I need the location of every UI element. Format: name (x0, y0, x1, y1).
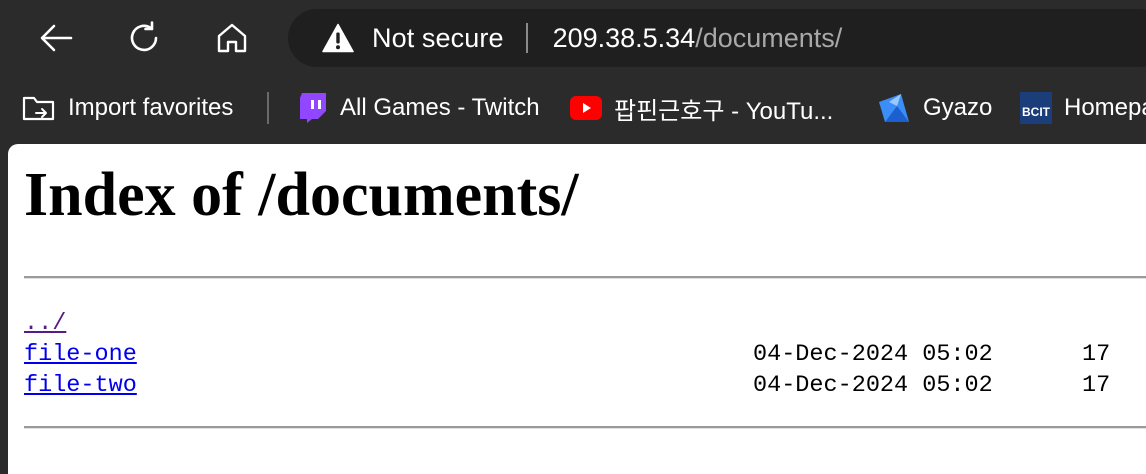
bookmark-label: Import favorites (68, 94, 234, 121)
page-viewport: Index of /documents/ ../ file-one 04-Dec… (8, 144, 1146, 474)
file-date: 04-Dec-2024 05:02 (753, 372, 993, 399)
bookmark-twitch[interactable]: All Games - Twitch (298, 89, 540, 127)
file-link[interactable]: file-one (24, 341, 137, 368)
gyazo-icon (879, 94, 909, 122)
url-host: 209.38.5.34 (552, 22, 696, 53)
bookmark-homepage[interactable]: BCIT Homepa (1020, 89, 1146, 127)
bookmark-label: All Games - Twitch (340, 94, 540, 121)
youtube-icon (570, 96, 602, 120)
back-arrow-icon (40, 24, 73, 52)
security-label: Not secure (372, 22, 504, 53)
bottom-divider (24, 426, 1146, 429)
url-path: /documents/ (695, 22, 843, 53)
site-info-button[interactable]: Not secure (288, 9, 526, 67)
bookmark-import-favorites[interactable]: Import favorites (22, 89, 233, 127)
bookmarks-divider (267, 92, 269, 124)
listing-row: file-one 04-Dec-2024 05:02 17 (24, 339, 1110, 370)
warning-triangle-icon (322, 23, 354, 53)
bookmark-label: Gyazo (923, 94, 993, 121)
home-icon (217, 23, 247, 53)
listing-row: ../ (24, 308, 137, 339)
address-divider (525, 23, 528, 53)
bookmark-gyazo[interactable]: Gyazo (877, 89, 992, 127)
file-size: 17 (1082, 341, 1111, 368)
bcit-icon: BCIT (1020, 92, 1052, 124)
bookmarks-bar: Import favorites All Games - Twitch 팝핀근호… (0, 76, 1146, 140)
browser-toolbar: Not secure 209.38.5.34/documents/ (0, 0, 1146, 76)
file-size: 17 (1082, 372, 1111, 399)
folder-import-icon (22, 96, 55, 121)
file-link[interactable]: file-two (24, 372, 137, 399)
url-text[interactable]: 209.38.5.34/documents/ (553, 23, 843, 54)
back-button[interactable] (30, 12, 82, 64)
file-date: 04-Dec-2024 05:02 (753, 341, 993, 368)
twitch-icon (300, 93, 326, 123)
listing-row: file-two 04-Dec-2024 05:02 17 (24, 370, 1110, 401)
refresh-icon (130, 21, 158, 52)
directory-listing: ../ file-one 04-Dec-2024 05:02 17 file-t… (24, 308, 1110, 401)
page-title: Index of /documents/ (24, 161, 579, 229)
parent-directory-link[interactable]: ../ (24, 310, 66, 337)
svg-text:BCIT: BCIT (1022, 105, 1051, 119)
refresh-button[interactable] (118, 12, 170, 64)
address-bar[interactable]: Not secure 209.38.5.34/documents/ (288, 9, 1146, 67)
top-divider (24, 276, 1146, 279)
bookmark-label: Homepa (1064, 94, 1146, 121)
bookmark-youtube[interactable]: 팝핀근호구 - YouTu... (570, 89, 833, 127)
bookmark-label: 팝핀근호구 - YouTu... (614, 97, 834, 125)
home-button[interactable] (206, 12, 258, 64)
